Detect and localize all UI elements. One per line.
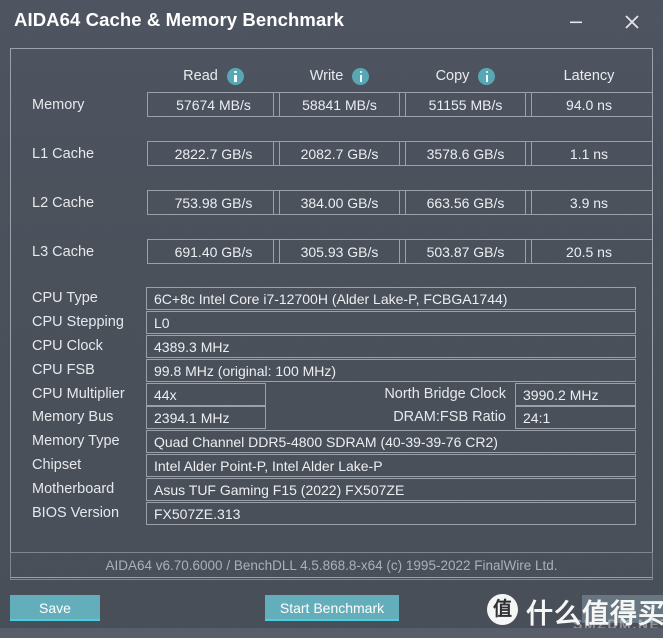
cpu-clock-label: CPU Clock [32, 338, 103, 354]
row-label-memory: Memory [32, 97, 85, 113]
start-benchmark-button[interactable]: Start Benchmark [265, 595, 399, 621]
chipset-label: Chipset [32, 457, 82, 473]
watermark-text: 什么值得买 [526, 599, 663, 629]
memory-info-block: Memory Bus 2394.1 MHz DRAM:FSB Ratio 24:… [11, 406, 654, 526]
cpu-fsb-row: CPU FSB 99.8 MHz (original: 100 MHz) [11, 359, 654, 383]
cpu-stepping-row: CPU Stepping L0 [11, 311, 654, 335]
table-row: L2 Cache 753.98 GB/s 384.00 GB/s 663.56 … [11, 187, 654, 236]
north-bridge-clock-value: 3990.2 MHz [515, 383, 636, 406]
l3-read-value: 691.40 GB/s [147, 239, 280, 264]
memory-type-value: Quad Channel DDR5-4800 SDRAM (40-39-39-7… [146, 430, 636, 453]
column-header-read-label: Read [183, 68, 218, 85]
column-header-copy-label: Copy [435, 68, 470, 85]
minimize-icon [570, 21, 582, 24]
cpu-type-row: CPU Type 6C+8c Intel Core i7-12700H (Ald… [11, 287, 654, 311]
memory-latency-value: 94.0 ns [525, 92, 653, 117]
memory-type-label: Memory Type [32, 433, 120, 449]
memory-bus-row: Memory Bus 2394.1 MHz DRAM:FSB Ratio 24:… [11, 406, 654, 430]
bios-version-value: FX507ZE.313 [146, 502, 636, 525]
version-info-strip: AIDA64 v6.70.6000 / BenchDLL 4.5.868.8-x… [10, 552, 653, 580]
title-bar: AIDA64 Cache & Memory Benchmark [0, 0, 663, 46]
cpu-multiplier-label: CPU Multiplier [32, 386, 125, 402]
l3-latency-value: 20.5 ns [525, 239, 653, 264]
cpu-multiplier-row: CPU Multiplier 44x North Bridge Clock 39… [11, 383, 654, 407]
l2-latency-value: 3.9 ns [525, 190, 653, 215]
memory-copy-value: 51155 MB/s [399, 92, 532, 117]
copy-info-icon[interactable] [478, 67, 496, 85]
l1-latency-value: 1.1 ns [525, 141, 653, 166]
window-bottom-strip [0, 628, 663, 638]
column-header-write-label: Write [309, 68, 344, 85]
cpu-multiplier-value: 44x [146, 383, 266, 406]
row-label-l3-cache: L3 Cache [32, 244, 95, 260]
aida64-benchmark-window: AIDA64 Cache & Memory Benchmark Read Wri… [0, 0, 663, 638]
cpu-type-label: CPU Type [32, 290, 98, 306]
l2-copy-value: 663.56 GB/s [399, 190, 532, 215]
l1-copy-value: 3578.6 GB/s [399, 141, 532, 166]
watermark-logo-icon: 值 [487, 594, 518, 625]
cpu-clock-value: 4389.3 MHz [146, 335, 636, 358]
dram-fsb-ratio-value: 24:1 [515, 406, 636, 429]
bios-version-row: BIOS Version FX507ZE.313 [11, 502, 654, 526]
table-row: Memory 57674 MB/s 58841 MB/s 51155 MB/s … [11, 89, 654, 138]
cpu-type-value: 6C+8c Intel Core i7-12700H (Alder Lake-P… [146, 287, 636, 310]
motherboard-value: Asus TUF Gaming F15 (2022) FX507ZE [146, 478, 636, 501]
close-icon [625, 15, 639, 29]
cpu-clock-row: CPU Clock 4389.3 MHz [11, 335, 654, 359]
motherboard-row: Motherboard Asus TUF Gaming F15 (2022) F… [11, 478, 654, 502]
close-button[interactable] [617, 7, 647, 37]
l3-copy-value: 503.87 GB/s [399, 239, 532, 264]
table-row: L1 Cache 2822.7 GB/s 2082.7 GB/s 3578.6 … [11, 138, 654, 187]
memory-write-value: 58841 MB/s [273, 92, 406, 117]
row-label-l2-cache: L2 Cache [32, 195, 95, 211]
save-button[interactable]: Save [10, 595, 100, 621]
column-header-read: Read [147, 63, 280, 89]
minimize-button[interactable] [561, 7, 591, 37]
main-panel: Read Write Copy Latency Memory 57674 MB/… [10, 48, 653, 578]
cpu-stepping-label: CPU Stepping [32, 314, 124, 330]
chipset-row: Chipset Intel Alder Point-P, Intel Alder… [11, 454, 654, 478]
cpu-fsb-label: CPU FSB [32, 362, 95, 378]
cpu-fsb-value: 99.8 MHz (original: 100 MHz) [146, 359, 636, 382]
column-header-write: Write [273, 63, 406, 89]
column-header-latency-label: Latency [563, 68, 615, 85]
l2-read-value: 753.98 GB/s [147, 190, 280, 215]
memory-read-value: 57674 MB/s [147, 92, 280, 117]
window-title: AIDA64 Cache & Memory Benchmark [14, 9, 345, 30]
l2-write-value: 384.00 GB/s [273, 190, 406, 215]
row-label-l1-cache: L1 Cache [32, 146, 95, 162]
cpu-info-block: CPU Type 6C+8c Intel Core i7-12700H (Ald… [11, 287, 654, 407]
write-info-icon[interactable] [352, 67, 370, 85]
l1-write-value: 2082.7 GB/s [273, 141, 406, 166]
watermark-highlight [582, 595, 663, 623]
bios-version-label: BIOS Version [32, 505, 120, 521]
dram-fsb-ratio-label: DRAM:FSB Ratio [393, 409, 506, 425]
cpu-stepping-value: L0 [146, 311, 636, 334]
benchmark-results-table: Memory 57674 MB/s 58841 MB/s 51155 MB/s … [11, 89, 654, 285]
column-header-copy: Copy [399, 63, 532, 89]
chipset-value: Intel Alder Point-P, Intel Alder Lake-P [146, 454, 636, 477]
l1-read-value: 2822.7 GB/s [147, 141, 280, 166]
memory-bus-value: 2394.1 MHz [146, 406, 266, 429]
table-row: L3 Cache 691.40 GB/s 305.93 GB/s 503.87 … [11, 236, 654, 285]
motherboard-label: Motherboard [32, 481, 115, 497]
memory-type-row: Memory Type Quad Channel DDR5-4800 SDRAM… [11, 430, 654, 454]
benchmark-column-headers: Read Write Copy Latency [11, 63, 654, 89]
north-bridge-clock-label: North Bridge Clock [384, 386, 506, 402]
l3-write-value: 305.93 GB/s [273, 239, 406, 264]
read-info-icon[interactable] [226, 67, 244, 85]
column-header-latency: Latency [525, 63, 653, 89]
memory-bus-label: Memory Bus [32, 409, 114, 425]
